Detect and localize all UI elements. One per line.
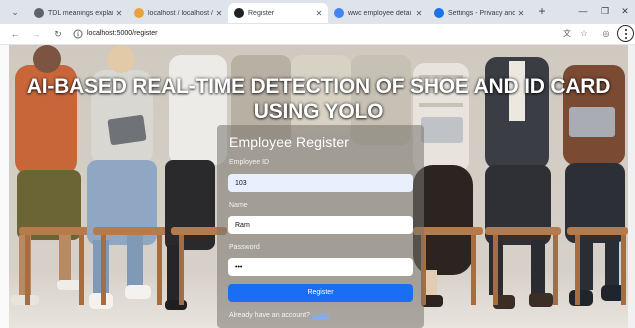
- tab-2-title: localhost / localhost / sho: [148, 9, 213, 17]
- tab-register-title: Register: [248, 9, 275, 17]
- register-page: AI-BASED REAL-TIME DETECTION OF SHOE AND…: [9, 45, 628, 328]
- login-prompt-text: Already have an account?: [229, 312, 310, 319]
- tab-1-close-icon[interactable]: ✕: [113, 9, 125, 18]
- form-title: Employee Register: [229, 134, 349, 150]
- translate-icon[interactable]: 文: [560, 28, 574, 40]
- tab-4-close-icon[interactable]: ✕: [413, 9, 425, 18]
- tab-register[interactable]: Register ✕: [228, 3, 328, 23]
- forward-icon[interactable]: →: [30, 28, 42, 40]
- register-card: Employee Register Employee ID Name Passw…: [217, 125, 424, 328]
- tab-1-favicon-icon: [34, 8, 44, 18]
- register-button[interactable]: Register: [228, 284, 413, 302]
- tab-register-close-icon[interactable]: ✕: [313, 9, 325, 18]
- tab-1[interactable]: TDL meanings explained ✕: [28, 3, 128, 23]
- bookmark-star-icon[interactable]: ☆: [578, 28, 590, 40]
- address-bar[interactable]: localhost:5000/register: [87, 29, 157, 39]
- browser-toolbar: ← → ↻ localhost:5000/register 文 ☆ ◎: [0, 24, 635, 45]
- employee-id-input[interactable]: [228, 174, 413, 192]
- left-edge: [0, 45, 9, 328]
- password-label: Password: [229, 244, 260, 251]
- tab-4[interactable]: wwc employee detai cod ✕: [328, 3, 428, 23]
- page-headline: AI-BASED REAL-TIME DETECTION OF SHOE AND…: [26, 75, 611, 123]
- tab-5-close-icon[interactable]: ✕: [515, 9, 527, 18]
- employee-id-label: Employee ID: [229, 159, 270, 166]
- back-icon[interactable]: ←: [9, 28, 21, 40]
- tab-2-close-icon[interactable]: ✕: [213, 9, 225, 18]
- tab-register-favicon-icon: [234, 8, 244, 18]
- password-input[interactable]: [228, 258, 413, 276]
- window-close-icon[interactable]: ✕: [617, 4, 633, 18]
- login-prompt: Already have an account? Login: [229, 312, 329, 319]
- tab-5-settings-icon: [434, 8, 444, 18]
- reload-icon[interactable]: ↻: [52, 28, 64, 40]
- tab-4-google-icon: [334, 8, 344, 18]
- tab-2[interactable]: localhost / localhost / sho ✕: [128, 3, 228, 23]
- restore-icon[interactable]: ❐: [597, 4, 613, 18]
- name-label: Name: [229, 202, 248, 209]
- tab-search-icon[interactable]: ⌄: [9, 6, 21, 18]
- site-info-icon[interactable]: [73, 29, 83, 39]
- login-link[interactable]: Login: [312, 312, 329, 319]
- new-tab-icon[interactable]: +: [535, 4, 549, 18]
- tab-2-favicon-icon: [134, 8, 144, 18]
- browser-menu-icon[interactable]: [617, 25, 634, 42]
- tab-4-title: wwc employee detai cod: [348, 9, 413, 17]
- minimize-icon[interactable]: —: [575, 4, 591, 18]
- vertical-scrollbar[interactable]: [628, 45, 635, 328]
- name-input[interactable]: [228, 216, 413, 234]
- tab-5-title: Settings - Privacy and se: [448, 9, 515, 17]
- profile-icon[interactable]: ◎: [600, 28, 612, 40]
- tab-1-title: TDL meanings explained: [48, 9, 113, 17]
- tab-5[interactable]: Settings - Privacy and se ✕: [428, 3, 530, 23]
- tab-strip: ⌄ TDL meanings explained ✕ localhost / l…: [0, 0, 635, 24]
